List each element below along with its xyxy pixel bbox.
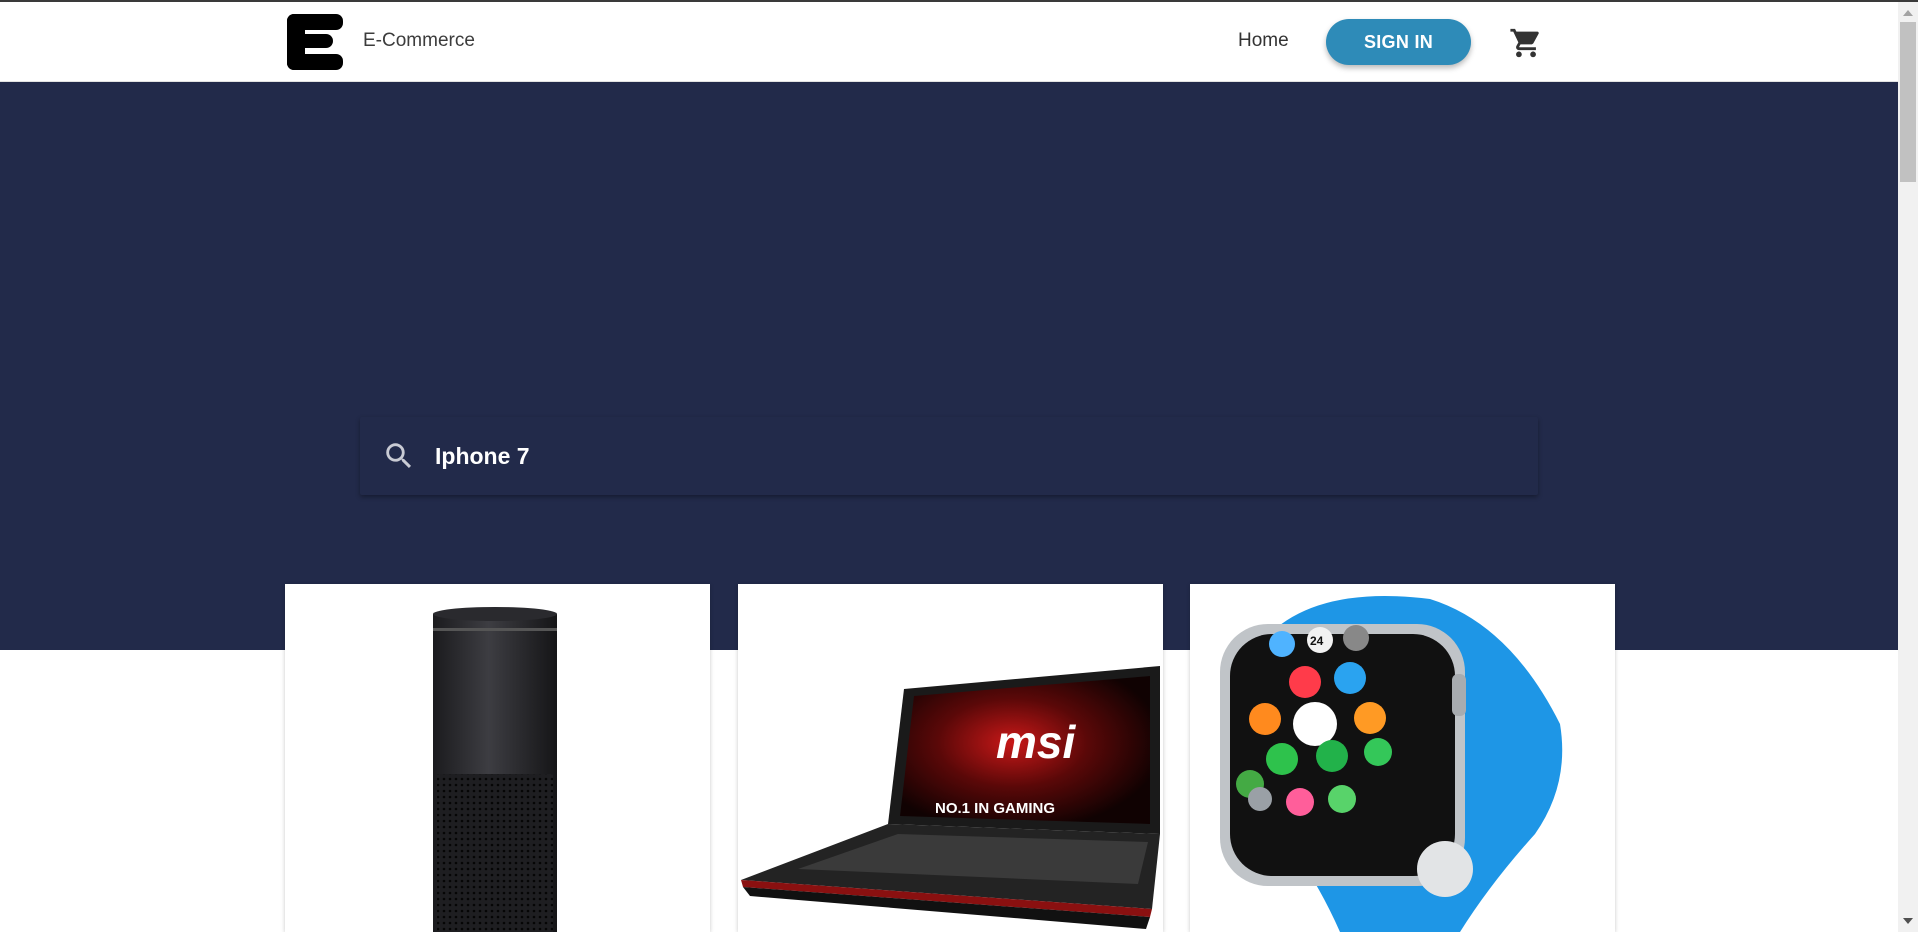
shopping-cart-icon[interactable] [1508,26,1544,60]
watch-date-text: 24 [1310,634,1324,648]
laptop-brand-text: msi [996,716,1076,768]
search-icon[interactable] [382,439,416,473]
brand-name[interactable]: E-Commerce [363,30,475,52]
smart-speaker-image [433,607,557,932]
vertical-scrollbar[interactable] [1898,2,1918,932]
e-logo-icon[interactable] [285,12,345,72]
smartwatch-image: 24 [1220,596,1563,932]
scroll-down-arrow-icon[interactable] [1903,918,1913,924]
scrollbar-thumb[interactable] [1900,22,1916,182]
scroll-up-arrow-icon[interactable] [1903,10,1913,16]
search-input[interactable] [433,417,1513,495]
sign-in-button[interactable]: SIGN IN [1326,19,1471,65]
nav-home-link[interactable]: Home [1238,30,1289,52]
product-card[interactable] [285,584,710,932]
laptop-tagline-text: NO.1 IN GAMING [935,800,1055,817]
hero-banner [0,82,1898,650]
gaming-laptop-image: msi NO.1 IN GAMING [741,666,1160,929]
product-card[interactable]: msi NO.1 IN GAMING [738,584,1163,932]
product-card[interactable]: 24 [1190,584,1615,932]
navbar: E-Commerce Home SIGN IN [0,2,1898,82]
search-bar[interactable] [360,417,1538,495]
